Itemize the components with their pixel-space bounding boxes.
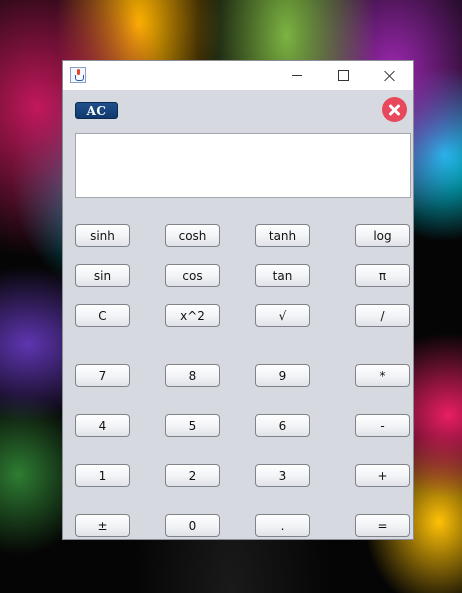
multiply-button[interactable]: * xyxy=(355,364,410,387)
square-button[interactable]: x^2 xyxy=(165,304,220,327)
ac-button[interactable]: AC xyxy=(75,102,118,119)
digit-1-button[interactable]: 1 xyxy=(75,464,130,487)
close-window-button[interactable] xyxy=(367,61,413,90)
tan-button[interactable]: tan xyxy=(255,264,310,287)
display-field[interactable] xyxy=(75,133,411,198)
tanh-button[interactable]: tanh xyxy=(255,224,310,247)
digit-8-button[interactable]: 8 xyxy=(165,364,220,387)
sin-button[interactable]: sin xyxy=(75,264,130,287)
sinh-button[interactable]: sinh xyxy=(75,224,130,247)
log-button[interactable]: log xyxy=(355,224,410,247)
digit-9-button[interactable]: 9 xyxy=(255,364,310,387)
sqrt-button[interactable]: √ xyxy=(255,304,310,327)
close-icon xyxy=(384,70,396,82)
pi-button[interactable]: π xyxy=(355,264,410,287)
decimal-button[interactable]: . xyxy=(255,514,310,537)
subtract-button[interactable]: - xyxy=(355,414,410,437)
maximize-button[interactable] xyxy=(320,61,366,90)
digit-0-button[interactable]: 0 xyxy=(165,514,220,537)
digit-4-button[interactable]: 4 xyxy=(75,414,130,437)
title-bar xyxy=(63,61,413,90)
cosh-button[interactable]: cosh xyxy=(165,224,220,247)
minimize-icon xyxy=(292,75,302,76)
minimize-button[interactable] xyxy=(274,61,320,90)
red-circle-x-icon xyxy=(389,104,401,116)
divide-button[interactable]: / xyxy=(355,304,410,327)
digit-5-button[interactable]: 5 xyxy=(165,414,220,437)
digit-3-button[interactable]: 3 xyxy=(255,464,310,487)
digit-2-button[interactable]: 2 xyxy=(165,464,220,487)
cos-button[interactable]: cos xyxy=(165,264,220,287)
calculator-window: AC sinh cosh tanh log sin cos tan π C x^… xyxy=(63,61,413,539)
exit-button[interactable] xyxy=(382,97,407,122)
plus-minus-button[interactable]: ± xyxy=(75,514,130,537)
equals-button[interactable]: = xyxy=(355,514,410,537)
clear-button[interactable]: C xyxy=(75,304,130,327)
digit-6-button[interactable]: 6 xyxy=(255,414,310,437)
java-cup-icon[interactable] xyxy=(70,67,86,83)
maximize-icon xyxy=(337,70,349,81)
digit-7-button[interactable]: 7 xyxy=(75,364,130,387)
add-button[interactable]: + xyxy=(355,464,410,487)
